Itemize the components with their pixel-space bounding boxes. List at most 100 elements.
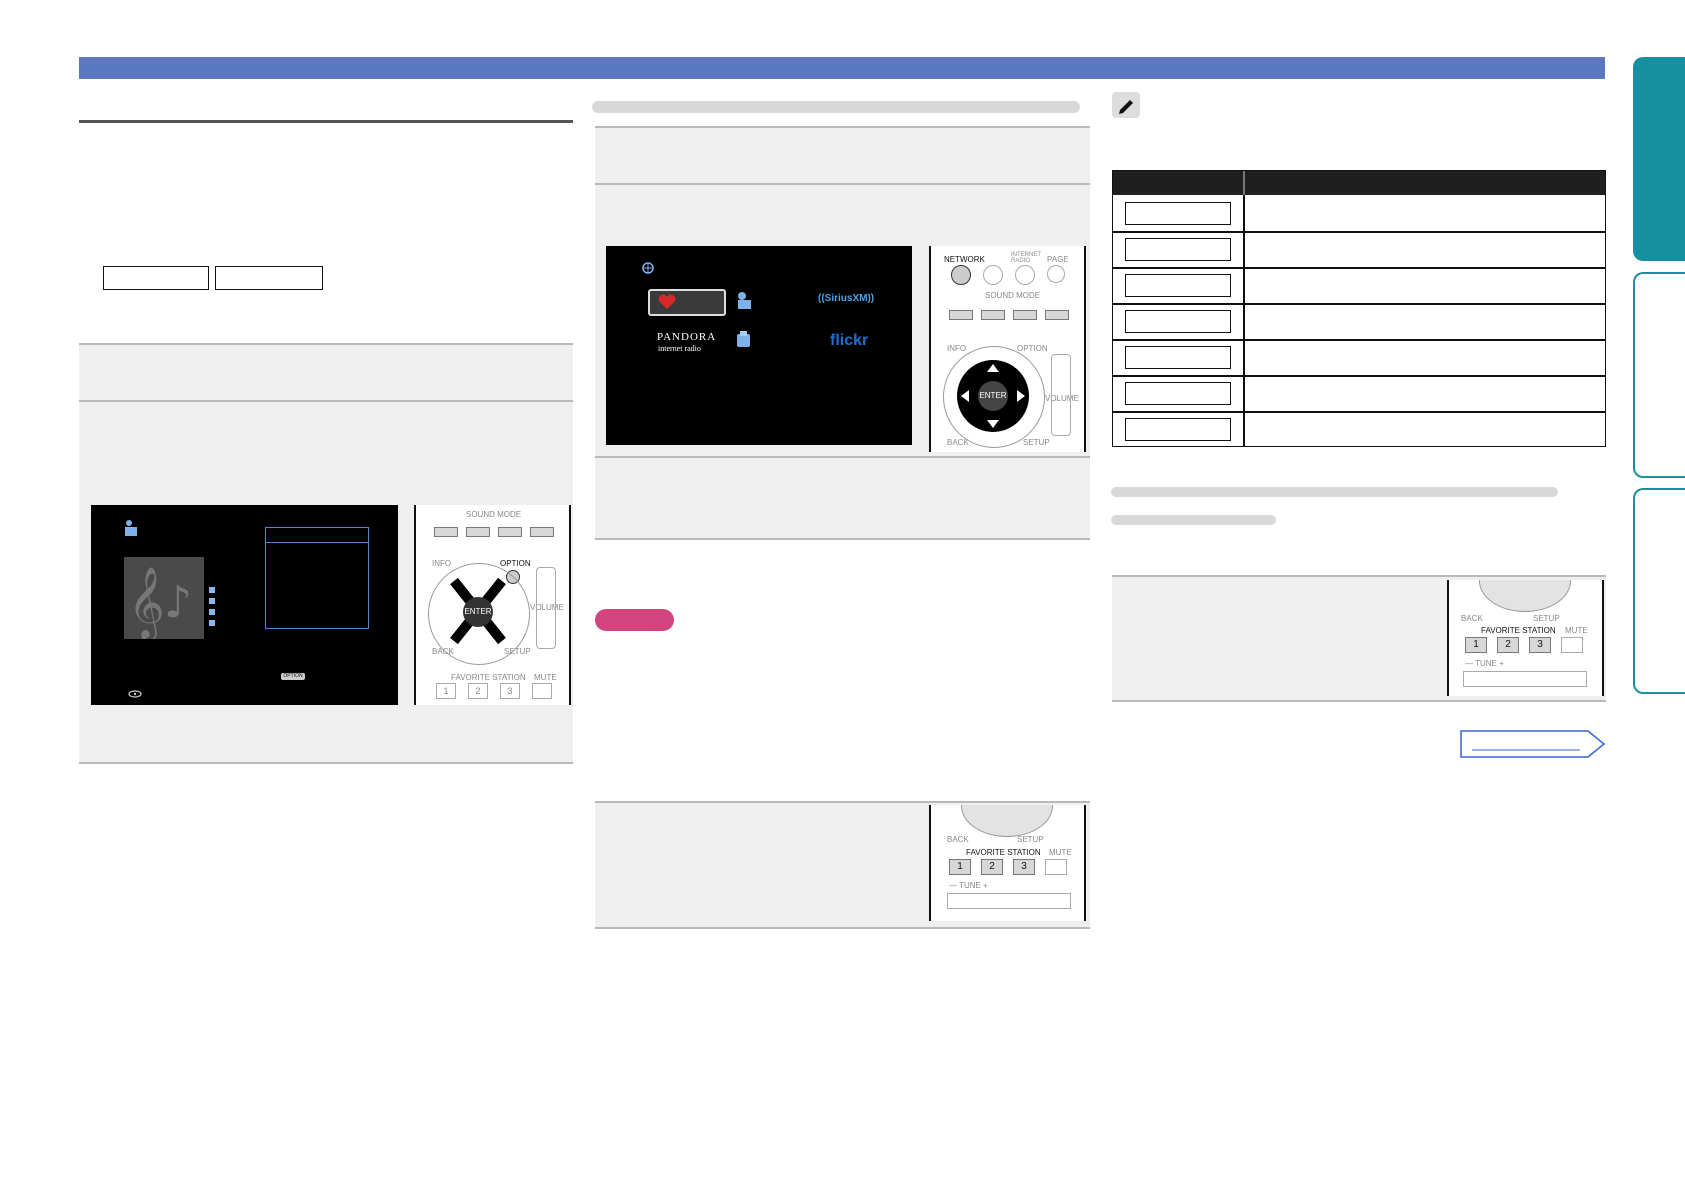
- info-label: INFO: [947, 344, 967, 353]
- network-icon: [642, 261, 654, 274]
- favorites-tile[interactable]: [648, 289, 726, 316]
- header-bar: [79, 57, 1605, 79]
- tab-active[interactable]: [1633, 57, 1685, 261]
- movie-button[interactable]: [949, 310, 973, 320]
- game-button[interactable]: [498, 527, 522, 537]
- internet-radio-button[interactable]: [1015, 265, 1035, 285]
- volume-rocker[interactable]: [536, 567, 556, 649]
- table-row-divider: [1113, 267, 1605, 269]
- back-label: BACK: [947, 438, 969, 447]
- album-art: 𝄞 ♪: [124, 557, 204, 641]
- mute-button[interactable]: [1045, 859, 1067, 875]
- step-divider: [595, 538, 1090, 540]
- setup-label: SETUP: [504, 647, 531, 656]
- media-server-icon: [124, 519, 138, 537]
- remote-control-1: SOUND MODE INFO OPTION ENTER VOLUME BACK…: [414, 505, 571, 705]
- table-header: [1113, 171, 1605, 195]
- favorite-station-label: FAVORITE STATION: [1481, 626, 1556, 635]
- music-button[interactable]: [466, 527, 490, 537]
- mute-button[interactable]: [1561, 637, 1583, 653]
- table-row-key-4: [1125, 310, 1231, 333]
- favorite-station-label: FAVORITE STATION: [451, 673, 526, 682]
- enter-button[interactable]: ENTER: [463, 597, 493, 627]
- volume-rocker[interactable]: [1051, 354, 1071, 436]
- table-row-key-6: [1125, 382, 1231, 405]
- table-row-key-5: [1125, 346, 1231, 369]
- enter-button[interactable]: ENTER: [978, 381, 1008, 411]
- tab-2[interactable]: [1633, 272, 1685, 478]
- page-button[interactable]: [1047, 265, 1065, 283]
- pure-button[interactable]: [1045, 310, 1069, 320]
- svg-text:♪: ♪: [164, 577, 192, 628]
- fav-key-1[interactable]: 1: [436, 683, 456, 699]
- back-label: BACK: [432, 647, 454, 656]
- media-server-icon: [736, 291, 752, 309]
- page-label: PAGE: [1047, 255, 1069, 264]
- table-row-divider: [1113, 339, 1605, 341]
- usb-icon: [735, 331, 753, 349]
- pure-button[interactable]: [530, 527, 554, 537]
- internet-radio-label: INTERNET RADIO: [1011, 252, 1041, 264]
- step-divider: [79, 762, 573, 764]
- artist-icon: [209, 587, 215, 593]
- setup-button-1[interactable]: [103, 266, 209, 290]
- svg-text:𝄞: 𝄞: [128, 565, 165, 639]
- setup-label: SETUP: [1023, 438, 1050, 447]
- subsection-pill: [1111, 515, 1276, 525]
- fav-key-1[interactable]: 1: [1465, 637, 1487, 653]
- option-badge: OPTION: [281, 673, 305, 680]
- album-icon: [209, 598, 215, 604]
- info-table: [1112, 170, 1606, 447]
- table-row-key-1: [1125, 202, 1231, 225]
- fav-key-2[interactable]: 2: [981, 859, 1003, 875]
- back-label: BACK: [947, 835, 969, 844]
- pandora-logo[interactable]: PANDORA: [657, 331, 716, 343]
- table-column-divider: [1243, 195, 1245, 447]
- setup-label: SETUP: [1017, 835, 1044, 844]
- fav-key-3[interactable]: 3: [1013, 859, 1035, 875]
- table-row-divider: [1113, 231, 1605, 233]
- tv-screen-music: 𝄞 ♪ OPTION: [91, 505, 398, 705]
- network-label: NETWORK: [944, 255, 985, 264]
- fav-key-2[interactable]: 2: [1497, 637, 1519, 653]
- table-row-divider: [1113, 411, 1605, 413]
- fav-key-3[interactable]: 3: [500, 683, 520, 699]
- music-button[interactable]: [981, 310, 1005, 320]
- setup-button-2[interactable]: [215, 266, 323, 290]
- section-pill: [1111, 487, 1558, 497]
- step-divider: [1112, 700, 1606, 702]
- flickr-logo[interactable]: flickr: [830, 332, 868, 350]
- continue-arrow[interactable]: [1460, 730, 1606, 758]
- table-row-divider: [1113, 375, 1605, 377]
- fav-key-2[interactable]: 2: [468, 683, 488, 699]
- tune-label: — TUNE +: [949, 881, 988, 890]
- transport-buttons[interactable]: [1463, 671, 1587, 687]
- network-button[interactable]: [951, 265, 971, 285]
- remote-control-4: BACK SETUP FAVORITE STATION MUTE 1 2 3 —…: [1447, 580, 1604, 696]
- step-3-band: [595, 458, 1090, 538]
- option-menu-panel: [265, 527, 369, 629]
- memo-icon: [1112, 92, 1140, 118]
- game-button[interactable]: [1013, 310, 1037, 320]
- step-1-band: [595, 128, 1090, 183]
- info-label: INFO: [432, 559, 452, 568]
- fav-key-3[interactable]: 3: [1529, 637, 1551, 653]
- back-label: BACK: [1461, 614, 1483, 623]
- mute-button[interactable]: [532, 683, 552, 699]
- siriusxm-logo[interactable]: ((SiriusXM)): [818, 293, 874, 304]
- sound-mode-label: SOUND MODE: [466, 510, 522, 519]
- tab-3[interactable]: [1633, 488, 1685, 694]
- step-1-band: [79, 345, 573, 400]
- transport-buttons[interactable]: [947, 893, 1071, 909]
- table-row-key-7: [1125, 418, 1231, 441]
- disc-icon: [128, 685, 142, 698]
- movie-button[interactable]: [434, 527, 458, 537]
- cursor-arc: [1479, 580, 1571, 612]
- fav-key-1[interactable]: 1: [949, 859, 971, 875]
- section-rule: [79, 120, 573, 123]
- note-badge: [595, 609, 674, 631]
- section-pill: [592, 101, 1080, 113]
- round-button[interactable]: [983, 265, 1003, 285]
- cursor-arc: [961, 805, 1053, 837]
- table-row-key-2: [1125, 238, 1231, 261]
